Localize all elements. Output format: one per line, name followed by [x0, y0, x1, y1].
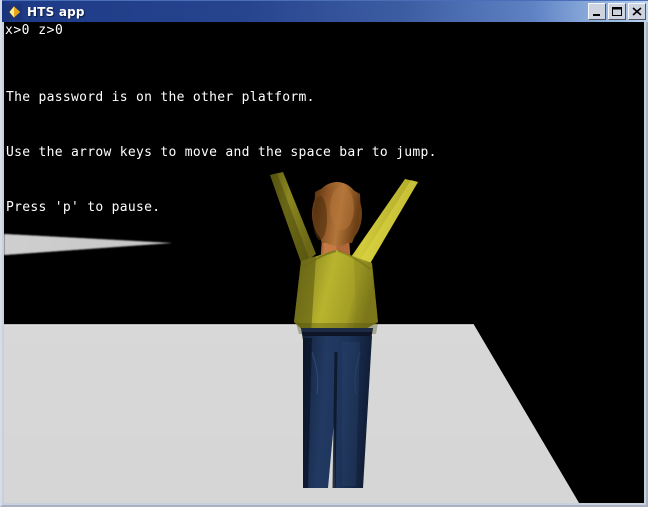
maximize-button[interactable]: [608, 3, 626, 20]
title-bar[interactable]: HTS app: [2, 0, 648, 22]
game-canvas[interactable]: x>0 z>0 The password is on the other pla…: [4, 22, 644, 503]
close-button[interactable]: [628, 3, 646, 20]
character-jeans: [303, 336, 372, 489]
game-3d-scene: [4, 22, 644, 503]
character-head: [312, 182, 362, 246]
app-window: HTS app x>0 z>0 The password is on the o…: [0, 0, 648, 507]
app-diamond-icon: [6, 3, 22, 20]
character-torso: [294, 250, 378, 334]
window-title: HTS app: [27, 4, 85, 19]
window-controls: [588, 3, 646, 20]
minimize-button[interactable]: [588, 3, 606, 20]
